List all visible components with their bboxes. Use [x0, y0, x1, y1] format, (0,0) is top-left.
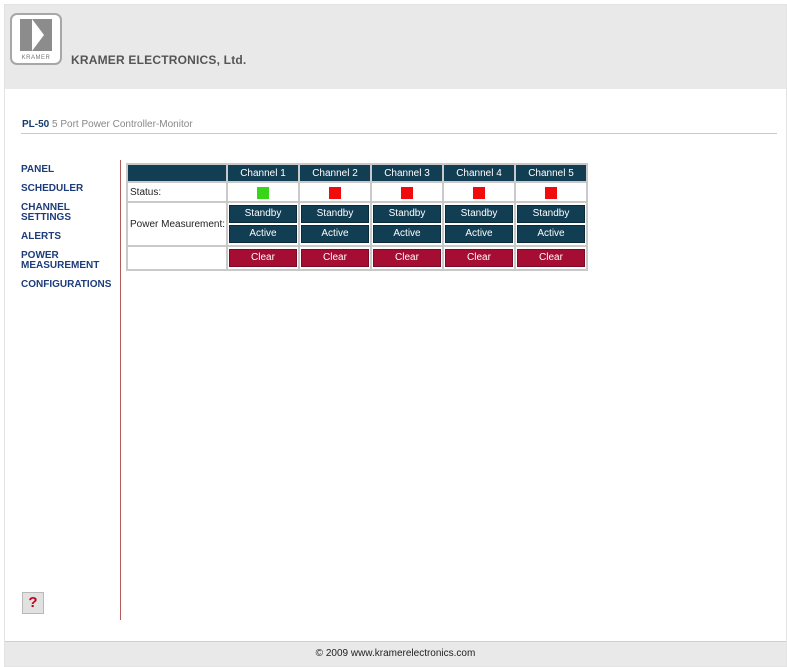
- channel-5-active-button[interactable]: Active: [517, 225, 585, 243]
- product-title: PL-50 5 Port Power Controller-Monitor: [22, 119, 193, 130]
- header: KRAMER KRAMER ELECTRONICS, Ltd.: [5, 5, 786, 89]
- clear-row-label: [128, 247, 226, 269]
- footer-copyright: © 2009 www.kramerelectronics.com: [5, 641, 786, 666]
- channel-4-standby-button[interactable]: Standby: [445, 205, 513, 223]
- power-measurement-label: Power Measurement:: [128, 203, 226, 245]
- table-header-row: Channel 1 Channel 2 Channel 3 Channel 4 …: [128, 165, 586, 181]
- nav-channel-settings[interactable]: CHANNEL SETTINGS: [21, 203, 121, 223]
- status-label: Status:: [128, 183, 226, 201]
- channel-2-status-indicator: [329, 187, 341, 199]
- channel-1-clear-button[interactable]: Clear: [229, 249, 297, 267]
- channel-5-status-indicator: [545, 187, 557, 199]
- channel-5-standby-button[interactable]: Standby: [517, 205, 585, 223]
- channel-2-header: Channel 2: [300, 165, 370, 181]
- company-name: KRAMER ELECTRONICS, Ltd.: [71, 53, 247, 67]
- clear-row: Clear Clear Clear Clear Clear: [128, 247, 586, 269]
- nav-configurations[interactable]: CONFIGURATIONS: [21, 280, 121, 290]
- channel-5-header: Channel 5: [516, 165, 586, 181]
- nav-alerts[interactable]: ALERTS: [21, 232, 121, 242]
- status-row: Status:: [128, 183, 586, 201]
- channel-3-status-indicator: [401, 187, 413, 199]
- page: KRAMER KRAMER ELECTRONICS, Ltd. PL-50 5 …: [4, 4, 787, 667]
- channel-2-active-button[interactable]: Active: [301, 225, 369, 243]
- channel-3-clear-button[interactable]: Clear: [373, 249, 441, 267]
- nav-power-measurement[interactable]: POWER MEASUREMENT: [21, 251, 121, 271]
- sidebar-divider: [120, 160, 121, 620]
- channel-4-header: Channel 4: [444, 165, 514, 181]
- channel-1-status-indicator: [257, 187, 269, 199]
- table-header-blank: [128, 165, 226, 181]
- channel-2-clear-button[interactable]: Clear: [301, 249, 369, 267]
- kramer-logo: KRAMER: [10, 13, 62, 65]
- channel-3-active-button[interactable]: Active: [373, 225, 441, 243]
- divider: [21, 133, 777, 134]
- channel-5-clear-button[interactable]: Clear: [517, 249, 585, 267]
- channel-1-header: Channel 1: [228, 165, 298, 181]
- channel-4-active-button[interactable]: Active: [445, 225, 513, 243]
- product-description: 5 Port Power Controller-Monitor: [52, 119, 193, 130]
- power-measurement-row: Power Measurement: Standby Active Standb…: [128, 203, 586, 245]
- channel-1-standby-button[interactable]: Standby: [229, 205, 297, 223]
- nav-scheduler[interactable]: SCHEDULER: [21, 184, 121, 194]
- channel-4-status-indicator: [473, 187, 485, 199]
- help-button[interactable]: ?: [22, 592, 44, 614]
- k-logo-icon: [20, 19, 52, 51]
- channel-3-header: Channel 3: [372, 165, 442, 181]
- sidebar-nav: PANEL SCHEDULER CHANNEL SETTINGS ALERTS …: [21, 165, 121, 299]
- channel-table: Channel 1 Channel 2 Channel 3 Channel 4 …: [126, 163, 588, 271]
- product-model: PL-50: [22, 119, 50, 130]
- logo-wordmark: KRAMER: [21, 55, 51, 61]
- nav-panel[interactable]: PANEL: [21, 165, 121, 175]
- channel-1-active-button[interactable]: Active: [229, 225, 297, 243]
- channel-4-clear-button[interactable]: Clear: [445, 249, 513, 267]
- channel-3-standby-button[interactable]: Standby: [373, 205, 441, 223]
- channel-2-standby-button[interactable]: Standby: [301, 205, 369, 223]
